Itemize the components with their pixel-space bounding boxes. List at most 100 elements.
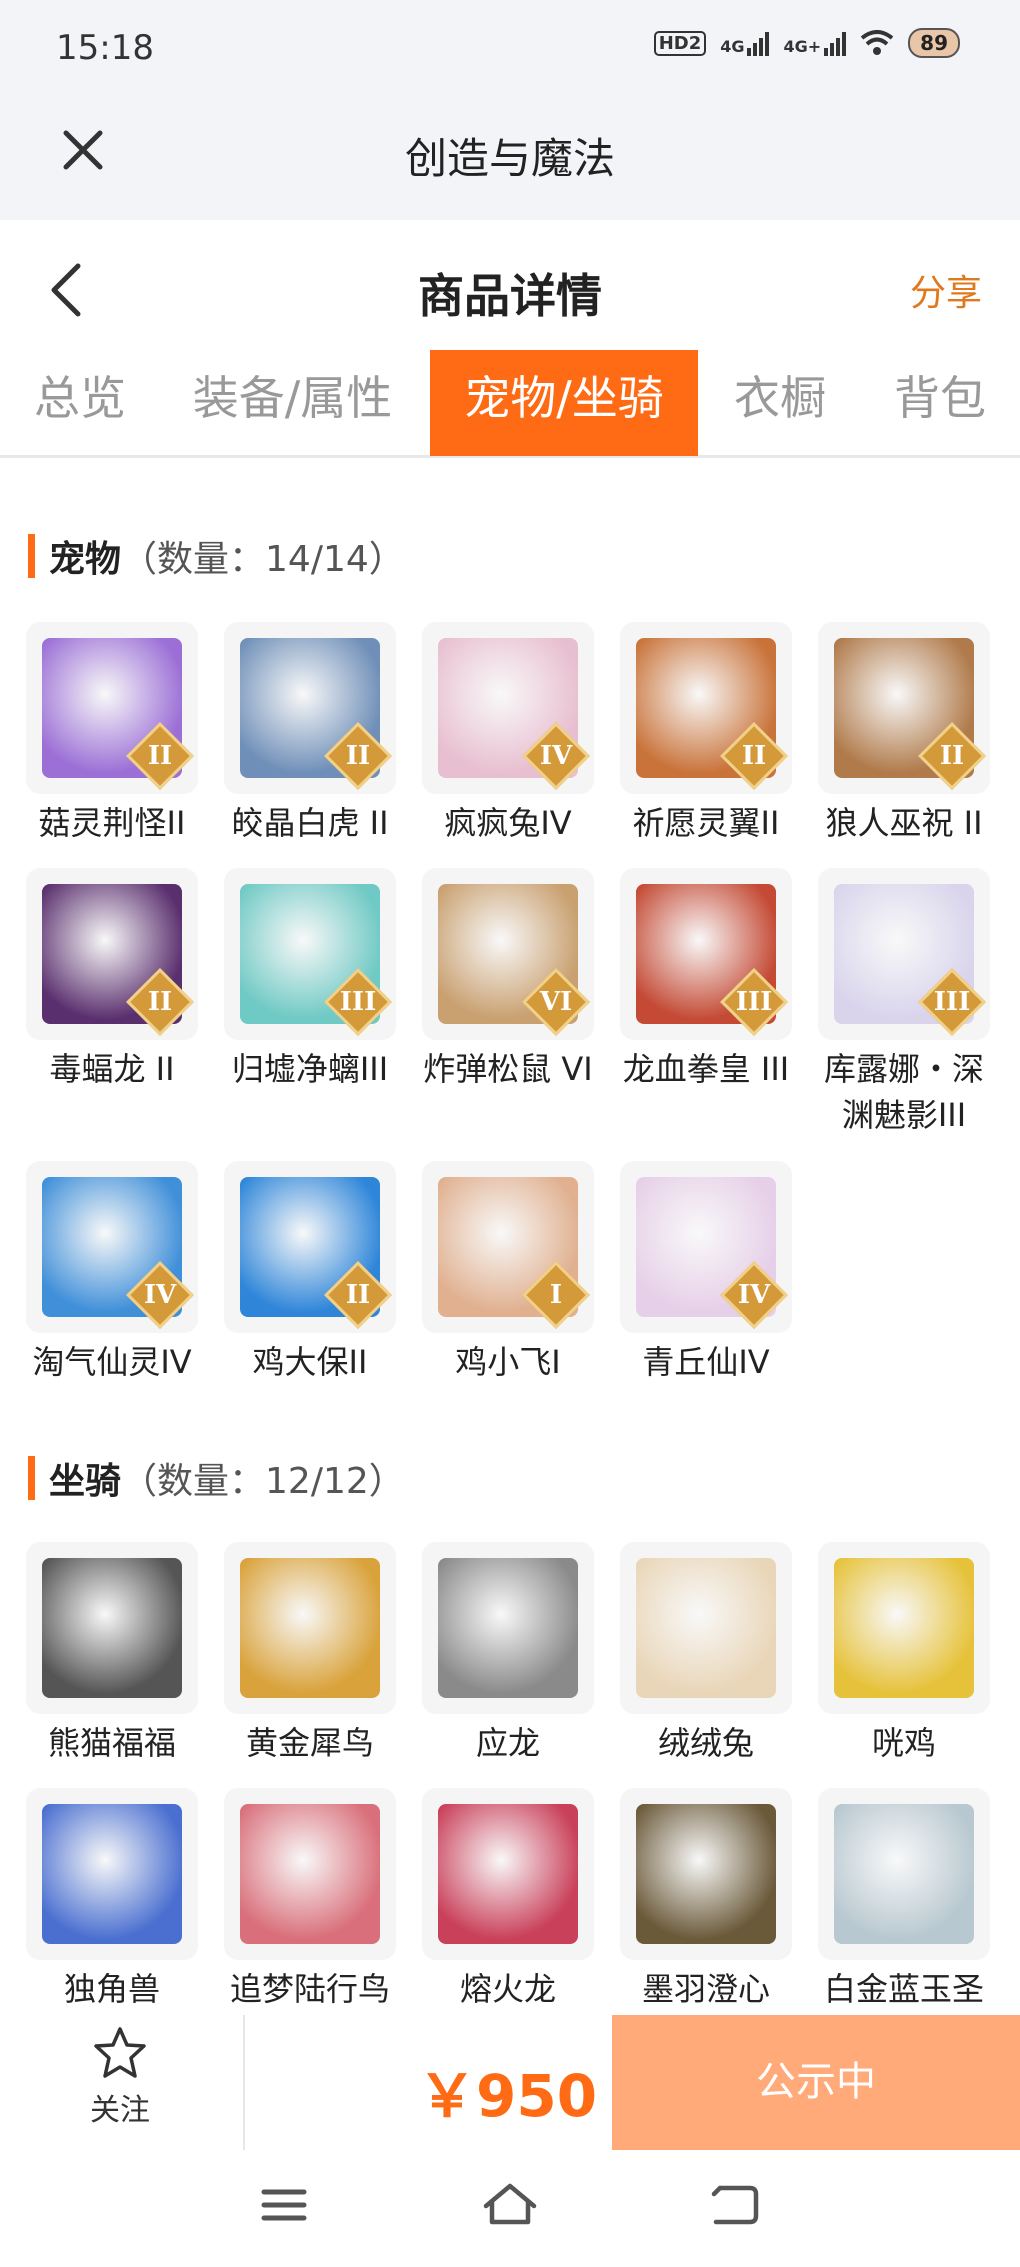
pet-name: 鸡小飞I [455,1343,561,1381]
pet-card[interactable]: III 归墟净螭III [220,868,400,1092]
mount-card[interactable]: 咣鸡 [814,1542,994,1766]
app-bar: 创造与魔法 [0,95,1020,220]
mount-card[interactable]: 绒绒兔 [616,1542,796,1766]
thumbnail: II [620,622,792,794]
mount-card[interactable]: 墨羽澄心 [616,1788,796,2012]
pet-card[interactable]: II 皎晶白虎 II [220,622,400,846]
mount-name: 应龙 [475,1724,540,1762]
thumbnail: III [620,868,792,1040]
thumbnail [422,1542,594,1714]
pet-card[interactable]: VI 炸弹松鼠 VI [418,868,598,1092]
home-icon[interactable] [480,2180,540,2230]
tab-equipment[interactable]: 装备/属性 [180,350,405,456]
status-icons: HD2 4G 4G+ 89 [653,28,960,58]
mount-card[interactable]: 白金蓝玉圣 [814,1788,994,2012]
thumbnail: VI [422,868,594,1040]
publicity-status-button[interactable]: 公示中 [612,2015,1020,2150]
follow-button[interactable]: 关注 [60,2025,180,2129]
pet-card[interactable]: III 库露娜・深渊魅影III [814,868,994,1138]
rank-label: II [741,741,767,771]
rank-label: II [147,987,173,1017]
menu-icon[interactable] [254,2180,314,2230]
pet-name: 青丘仙IV [642,1343,770,1381]
rank-label: II [939,741,965,771]
tab-overview[interactable]: 总览 [0,350,160,456]
unicorn-icon [42,1804,182,1944]
pet-name: 鸡大保II [252,1343,368,1381]
mounts-section-title: 坐骑 （数量：12/12） [28,1453,405,1503]
signal-4g-plus-icon: 4G+ [783,30,847,56]
pet-name: 祈愿灵翼II [632,804,780,842]
pets-section-title: 宠物 （数量：14/14） [28,531,405,581]
section-accent [28,534,35,578]
tab-backpack[interactable]: 背包 [870,350,1010,456]
mount-name: 墨羽澄心 [641,1970,770,2008]
battery-icon: 89 [908,28,960,58]
follow-label: 关注 [90,2093,150,2128]
tab-pets-mounts[interactable]: 宠物/坐骑 [430,350,698,456]
pet-name: 炸弹松鼠 VI [423,1050,593,1088]
mount-name: 绒绒兔 [657,1724,754,1762]
thumbnail: IV [26,1161,198,1333]
mount-card[interactable]: 熔火龙 [418,1788,598,2012]
pet-card[interactable]: II 毒蝠龙 II [22,868,202,1092]
thumbnail [26,1542,198,1714]
mount-card[interactable]: 熊猫福福 [22,1542,202,1766]
rank-label: II [345,741,371,771]
divider [243,2015,245,2150]
thumbnail [620,1542,792,1714]
thumbnail [818,1542,990,1714]
dream-bird-icon [240,1804,380,1944]
pet-name: 毒蝠龙 II [49,1050,175,1088]
back-icon[interactable] [706,2180,766,2230]
tab-bar: 总览 装备/属性 宠物/坐骑 衣橱 背包 [0,350,1020,458]
pet-name: 狼人巫祝 II [825,804,983,842]
mount-name: 独角兽 [63,1970,160,2008]
app-title: 创造与魔法 [404,134,615,183]
thumbnail: II [26,868,198,1040]
system-nav-bar [0,2150,1020,2267]
pet-name: 淘气仙灵IV [32,1343,192,1381]
pet-name: 疯疯兔IV [444,804,572,842]
pet-name: 菇灵荆怪II [38,804,186,842]
thumbnail [224,1788,396,1960]
tab-wardrobe[interactable]: 衣橱 [715,350,845,456]
status-bar: 15:18 HD2 4G 4G+ 89 [0,0,1020,95]
pet-card[interactable]: IV 淘气仙灵IV [22,1161,202,1385]
pet-card[interactable]: IV 青丘仙IV [616,1161,796,1385]
fluffy-rabbit-icon [636,1558,776,1698]
mount-card[interactable]: 应龙 [418,1542,598,1766]
thumbnail: IV [422,622,594,794]
lava-dragon-icon [438,1804,578,1944]
mount-name: 熊猫福福 [47,1724,176,1762]
pet-card[interactable]: III 龙血拳皇 III [616,868,796,1092]
mount-name: 熔火龙 [459,1970,556,2008]
mount-card[interactable]: 追梦陆行鸟 [220,1788,400,2012]
thumbnail [422,1788,594,1960]
pet-card[interactable]: IV 疯疯兔IV [418,622,598,846]
rank-label: IV [737,1280,771,1310]
thumbnail: II [224,622,396,794]
rank-label: III [339,987,377,1017]
mount-card[interactable]: 黄金犀鸟 [220,1542,400,1766]
rank-label: III [933,987,971,1017]
pet-card[interactable]: II 祈愿灵翼II [616,622,796,846]
yellow-chicken-icon [834,1558,974,1698]
star-icon [94,2027,146,2078]
thumbnail [818,1788,990,1960]
rank-label: IV [143,1280,177,1310]
rank-label: IV [539,741,573,771]
pet-name: 皎晶白虎 II [231,804,389,842]
share-button[interactable]: 分享 [910,264,982,316]
pet-card[interactable]: II 鸡大保II [220,1161,400,1385]
mounts-heading: 坐骑 [49,1461,122,1502]
pet-card[interactable]: II 菇灵荆怪II [22,622,202,846]
mounts-count: （数量：12/12） [121,1461,405,1502]
thumbnail: II [224,1161,396,1333]
mount-card[interactable]: 独角兽 [22,1788,202,2012]
pet-card[interactable]: II 狼人巫祝 II [814,622,994,846]
pet-card[interactable]: I 鸡小飞I [418,1161,598,1385]
mount-name: 白金蓝玉圣 [823,1970,984,2008]
ying-dragon-icon [438,1558,578,1698]
platinum-mask-icon [834,1804,974,1944]
